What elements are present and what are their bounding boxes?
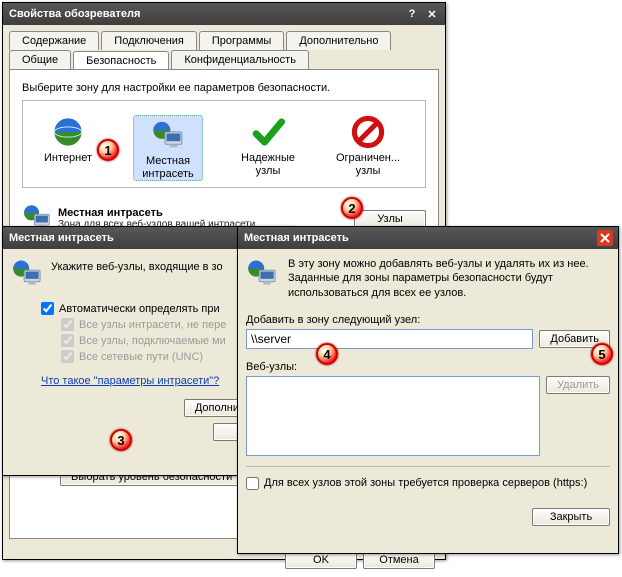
list-label: Веб-узлы: xyxy=(246,361,610,373)
window-title: Местная интрасеть xyxy=(244,232,349,244)
opt-unc-label: Все сетевые пути (UNC) xyxy=(79,351,203,363)
dialog-intro: В эту зону можно добавлять веб-узлы и уд… xyxy=(288,257,610,300)
close-icon[interactable]: ✕ xyxy=(423,6,441,22)
opt-bypass-label: Все узлы, подключаемые ми xyxy=(79,335,226,347)
step-badge-1: 1 xyxy=(97,139,119,161)
add-site-input[interactable] xyxy=(246,329,533,349)
tab-privacy[interactable]: Конфиденциальность xyxy=(171,50,309,69)
check-icon xyxy=(233,115,303,149)
what-is-intranet-link[interactable]: Что такое "параметры интрасети"? xyxy=(41,375,219,387)
remove-button[interactable]: Удалить xyxy=(546,376,610,394)
auto-detect-label: Автоматически определять при xyxy=(59,303,220,315)
step-badge-3: 3 xyxy=(110,429,132,451)
opt-unc-checkbox xyxy=(61,350,74,363)
selected-zone-title: Местная интрасеть xyxy=(58,207,354,219)
step-badge-5: 5 xyxy=(591,343,613,365)
globe-monitor-icon xyxy=(246,257,278,300)
zone-label: Интернет xyxy=(33,152,103,165)
tab-general[interactable]: Общие xyxy=(9,50,71,69)
auto-detect-checkbox[interactable] xyxy=(41,302,54,315)
window-title: Местная интрасеть xyxy=(9,232,114,244)
help-icon[interactable]: ? xyxy=(403,6,421,22)
dialog-intro: Укажите веб-узлы, входящие в зо xyxy=(51,257,223,292)
zone-internet[interactable]: Интернет xyxy=(33,115,103,181)
tab-programs[interactable]: Программы xyxy=(199,31,284,50)
globe-monitor-icon xyxy=(134,118,202,152)
add-label: Добавить в зону следующий узел: xyxy=(246,314,610,326)
intranet-sites-dialog: Местная интрасеть В эту зону можно добав… xyxy=(237,226,619,554)
titlebar: Местная интрасеть xyxy=(238,227,618,249)
step-badge-2: 2 xyxy=(341,197,363,219)
opt-nonproxy-label: Все узлы интрасети, не пере xyxy=(79,319,226,331)
step-badge-4: 4 xyxy=(316,343,338,365)
tab-content[interactable]: Содержание xyxy=(9,31,99,50)
tab-security[interactable]: Безопасность xyxy=(73,51,169,70)
zone-label: Ограничен... узлы xyxy=(333,152,403,177)
https-checkbox[interactable] xyxy=(246,477,259,490)
tab-strip: Содержание Подключения Программы Дополни… xyxy=(9,31,439,69)
zone-trusted[interactable]: Надежные узлы xyxy=(233,115,303,181)
tab-advanced[interactable]: Дополнительно xyxy=(286,31,391,50)
opt-bypass-checkbox xyxy=(61,334,74,347)
zone-restricted[interactable]: Ограничен... узлы xyxy=(333,115,403,181)
close-icon[interactable] xyxy=(596,230,614,246)
zone-prompt: Выберите зону для настройки ее параметро… xyxy=(22,82,426,94)
window-title: Свойства обозревателя xyxy=(9,8,140,20)
tab-connections[interactable]: Подключения xyxy=(101,31,197,50)
close-button[interactable]: Закрыть xyxy=(532,508,610,526)
opt-nonproxy-checkbox xyxy=(61,318,74,331)
titlebar: Свойства обозревателя ? ✕ xyxy=(3,3,445,25)
zone-label: Местная интрасеть xyxy=(134,155,202,180)
sites-listbox[interactable] xyxy=(246,376,540,456)
globe-icon xyxy=(33,115,103,149)
https-label: Для всех узлов этой зоны требуется прове… xyxy=(264,477,587,489)
globe-monitor-icon xyxy=(11,257,43,292)
zone-intranet[interactable]: Местная интрасеть xyxy=(133,115,203,181)
zone-label: Надежные узлы xyxy=(233,152,303,177)
blocked-icon xyxy=(333,115,403,149)
